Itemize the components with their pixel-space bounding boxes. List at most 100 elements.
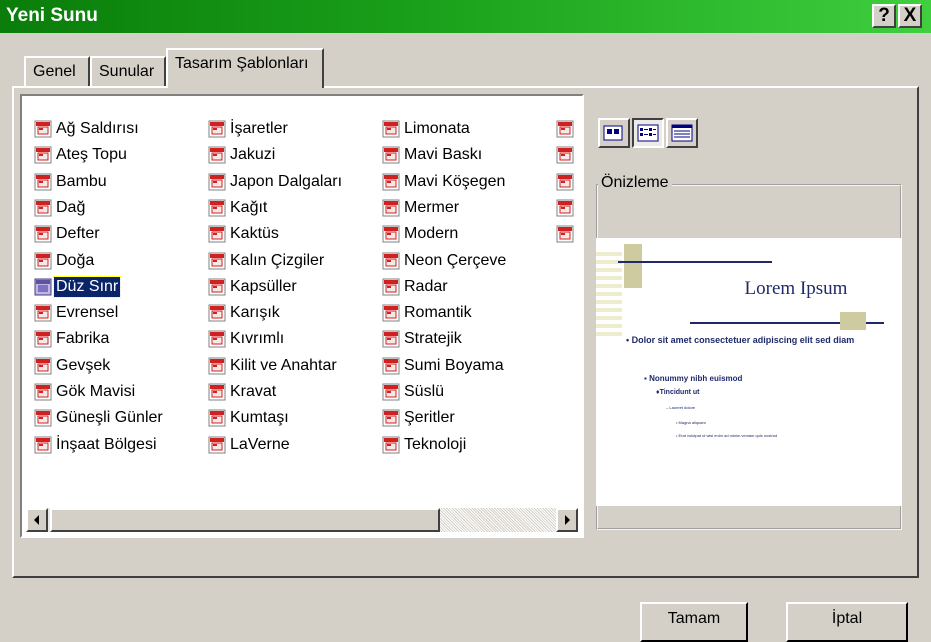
template-item[interactable]: Fabrika: [34, 326, 111, 352]
template-item[interactable]: Stratejik: [382, 326, 464, 352]
template-label: Defter: [56, 225, 100, 243]
template-item[interactable]: Kaktüs: [208, 221, 281, 247]
template-label: Jakuzi: [230, 146, 276, 164]
cancel-button[interactable]: İptal: [786, 602, 908, 642]
template-file-icon: [34, 173, 52, 191]
template-item[interactable]: Radar: [382, 274, 450, 300]
template-item[interactable]: Mavi Baskı: [382, 142, 484, 168]
template-label: Kaktüs: [230, 225, 279, 243]
template-item[interactable]: Gök Mavisi: [34, 379, 137, 405]
template-item[interactable]: Limonata: [382, 116, 472, 142]
details-view-button[interactable]: [666, 118, 698, 148]
template-item[interactable]: Kağıt: [208, 195, 269, 221]
template-item[interactable]: Gevşek: [34, 353, 112, 379]
template-file-icon: [556, 120, 574, 138]
template-item[interactable]: Süslü: [382, 379, 446, 405]
template-item[interactable]: Dağ: [34, 195, 87, 221]
help-button[interactable]: ?: [872, 4, 896, 28]
template-item[interactable]: Karışık: [208, 300, 282, 326]
template-file-icon: [34, 199, 52, 217]
template-file-icon: [382, 278, 400, 296]
template-label: Süslü: [404, 383, 445, 400]
template-file-icon: [208, 330, 226, 348]
template-item[interactable]: [556, 195, 575, 221]
template-label: Kapsüller: [230, 277, 297, 295]
template-item[interactable]: Modern: [382, 221, 460, 247]
slide-bullet-3: ♦Tincidunt ut: [656, 389, 700, 396]
slide-bullet-6: • Erat volutpat ut wisi enim ad minim ve…: [676, 433, 778, 438]
slide-stripe: [596, 268, 622, 272]
template-label: Stratejik: [404, 330, 462, 348]
template-label: Mavi Köşegen: [404, 172, 506, 190]
template-file-icon: [208, 383, 226, 401]
template-item[interactable]: Kravat: [208, 379, 278, 405]
template-item[interactable]: Güneşli Günler: [34, 405, 165, 431]
template-file-icon: [208, 225, 226, 243]
template-item[interactable]: Romantik: [382, 300, 474, 326]
template-item[interactable]: Ateş Topu: [34, 142, 129, 168]
template-file-icon: [34, 330, 52, 348]
template-label: Karışık: [230, 304, 280, 322]
template-item[interactable]: İşaretler: [208, 116, 290, 142]
template-item[interactable]: Ağ Saldırısı: [34, 116, 141, 142]
slide-stripe: [596, 276, 622, 280]
slide-stripe: [596, 292, 622, 296]
slide-stripe: [596, 332, 622, 336]
template-list[interactable]: Ağ Saldırısı Ateş Topu Bambu Dağ Defter Doğa D…: [20, 94, 584, 538]
template-file-icon: [556, 146, 574, 164]
template-item[interactable]: [556, 142, 575, 168]
template-file-icon: [382, 409, 400, 427]
ok-button[interactable]: Tamam: [640, 602, 748, 642]
scroll-track[interactable]: [440, 508, 556, 532]
template-item[interactable]: Evrensel: [34, 300, 120, 326]
scroll-right-button[interactable]: [556, 508, 578, 532]
large-icons-view-button[interactable]: [598, 118, 630, 148]
horizontal-scrollbar[interactable]: [26, 508, 578, 532]
template-item[interactable]: Mavi Köşegen: [382, 169, 507, 195]
template-item[interactable]: Kumtaşı: [208, 405, 291, 431]
tab-tasarim-sablonlari[interactable]: Tasarım Şablonları: [166, 48, 324, 88]
template-label: Mermer: [404, 198, 460, 216]
template-item[interactable]: [556, 221, 575, 247]
template-item[interactable]: Kıvrımlı: [208, 326, 286, 352]
template-file-icon: [382, 383, 400, 401]
template-label: Mavi Baskı: [404, 146, 483, 164]
template-item[interactable]: İnşaat Bölgesi: [34, 432, 159, 458]
template-item[interactable]: Doğa: [34, 248, 96, 274]
template-item[interactable]: Bambu: [34, 169, 109, 195]
template-item[interactable]: LaVerne: [208, 432, 292, 458]
slide-bullet-2: ▪ Nonummy nibh euismod: [644, 374, 743, 383]
template-item[interactable]: [556, 169, 575, 195]
tab-sunular[interactable]: Sunular: [90, 56, 166, 88]
scroll-thumb[interactable]: [50, 508, 440, 532]
template-label: Limonata: [404, 120, 470, 137]
template-item[interactable]: Şeritler: [382, 405, 457, 431]
close-button[interactable]: X: [898, 4, 922, 28]
template-item[interactable]: Düz Sınr: [34, 274, 122, 300]
template-item[interactable]: Jakuzi: [208, 142, 277, 168]
template-file-icon: [34, 383, 52, 401]
template-item[interactable]: Japon Dalgaları: [208, 169, 344, 195]
template-item[interactable]: Neon Çerçeve: [382, 248, 508, 274]
template-label: Dağ: [56, 198, 86, 216]
tab-genel[interactable]: Genel: [24, 56, 90, 88]
list-view-button[interactable]: [632, 118, 664, 148]
template-item[interactable]: [556, 116, 575, 142]
template-item[interactable]: Kilit ve Anahtar: [208, 353, 339, 379]
template-label: Şeritler: [404, 409, 455, 427]
slide-stripe: [596, 300, 622, 304]
template-file-icon: [34, 409, 52, 427]
template-label: Gök Mavisi: [56, 383, 136, 400]
template-label: Modern: [404, 225, 459, 243]
template-item[interactable]: Kalın Çizgiler: [208, 248, 326, 274]
template-file-icon: [34, 120, 52, 138]
template-label: Ateş Topu: [56, 146, 127, 164]
template-item[interactable]: Sumi Boyama: [382, 353, 506, 379]
slide-bullet-5: • Magna aliquam: [676, 420, 706, 425]
scroll-left-button[interactable]: [26, 508, 48, 532]
template-item[interactable]: Defter: [34, 221, 102, 247]
template-item[interactable]: Kapsüller: [208, 274, 299, 300]
template-item[interactable]: Mermer: [382, 195, 461, 221]
template-label: Kumtaşı: [230, 409, 289, 427]
template-item[interactable]: Teknoloji: [382, 432, 468, 458]
